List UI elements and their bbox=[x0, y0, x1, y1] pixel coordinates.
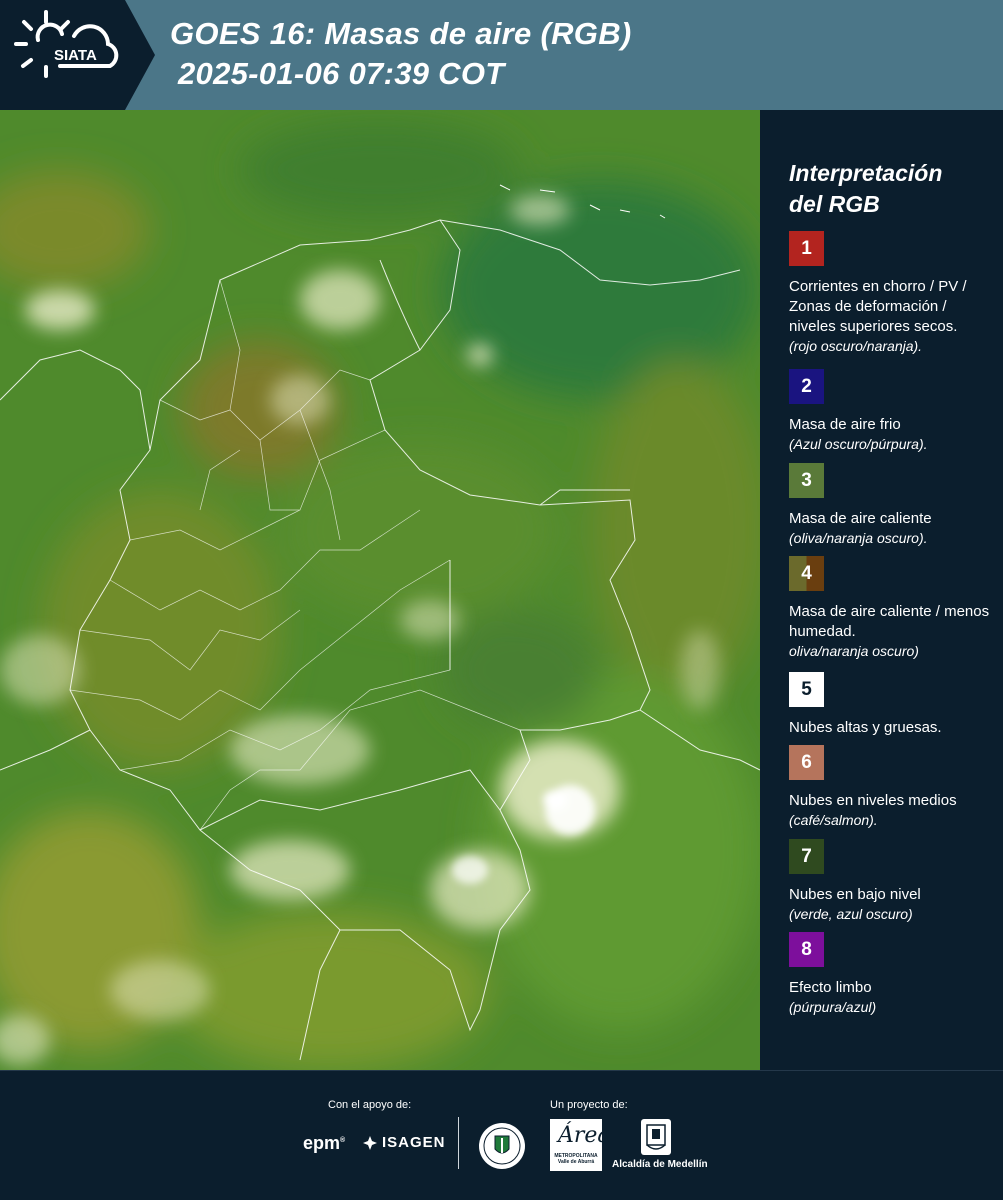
legend-item-3: 3 Masa de aire caliente (oliva/naranja o… bbox=[789, 463, 994, 548]
legend-item-1: 1 Corrientes en chorro / PV / Zonas de d… bbox=[789, 231, 994, 356]
legend-item-2-text: Masa de aire frio bbox=[789, 416, 901, 433]
legend-item-4-text: Masa de aire caliente / menos humedad. bbox=[789, 603, 990, 640]
legend-item-4: 4 Masa de aire caliente / menos humedad.… bbox=[789, 556, 994, 661]
legend-item-7: 7 Nubes en bajo nivel (verde, azul oscur… bbox=[789, 839, 994, 924]
isagen-logo-text: ISAGEN bbox=[382, 1134, 446, 1151]
siata-logo: SIATA bbox=[0, 0, 155, 110]
area-metropolitana-logo[interactable]: Área METROPOLITANA Valle de Aburrá bbox=[550, 1119, 611, 1171]
legend-item-3-text: Masa de aire caliente bbox=[789, 510, 932, 527]
legend-item-5: 5 Nubes altas y gruesas. bbox=[789, 672, 994, 738]
alcaldia-name: Alcaldía de Medellín bbox=[612, 1159, 708, 1170]
isagen-logo[interactable]: ISAGEN bbox=[362, 1134, 446, 1151]
legend-item-4-note: oliva/naranja oscuro) bbox=[789, 643, 919, 659]
legend-swatch-3: 3 bbox=[789, 463, 824, 498]
legend-item-6-text: Nubes en niveles medios bbox=[789, 792, 957, 809]
legend-item-6: 6 Nubes en niveles medios (café/salmon). bbox=[789, 745, 994, 830]
alcaldia-crest-icon[interactable] bbox=[641, 1119, 671, 1155]
header-bar: SIATA GOES 16: Masas de aire (RGB) 2025-… bbox=[0, 0, 1003, 110]
legend-swatch-6: 6 bbox=[789, 745, 824, 780]
epm-logo-text: epm bbox=[303, 1133, 341, 1153]
legend-swatch-2: 2 bbox=[789, 369, 824, 404]
footer-divider bbox=[458, 1117, 459, 1169]
siata-logo-text: SIATA bbox=[54, 47, 97, 64]
legend-item-1-text: Corrientes en chorro / PV / Zonas de def… bbox=[789, 278, 967, 335]
legend-item-8-text: Efecto limbo bbox=[789, 979, 872, 996]
legend-title-line-2: del RGB bbox=[789, 191, 880, 217]
footer-bar: Con el apoyo de: Un proyecto de: epm® IS… bbox=[0, 1070, 1003, 1200]
legend-swatch-5: 5 bbox=[789, 672, 824, 707]
legend-item-8-note: (púrpura/azul) bbox=[789, 999, 877, 1015]
satellite-map[interactable] bbox=[0, 110, 760, 1070]
title-line-2: 2025-01-06 07:39 COT bbox=[178, 56, 505, 91]
legend-panel: Interpretación del RGB 1 Corrientes en c… bbox=[760, 110, 1003, 1070]
legend-title-line-1: Interpretación bbox=[789, 160, 943, 186]
legend-item-5-text: Nubes altas y gruesas. bbox=[789, 719, 942, 736]
title-line-1: GOES 16: Masas de aire (RGB) bbox=[170, 16, 632, 51]
legend-item-1-note: (rojo oscuro/naranja). bbox=[789, 338, 923, 354]
legend-item-3-note: (oliva/naranja oscuro). bbox=[789, 530, 928, 546]
support-label: Con el apoyo de: bbox=[328, 1099, 412, 1111]
legend-item-8: 8 Efecto limbo (púrpura/azul) bbox=[789, 932, 994, 1017]
legend-swatch-7: 7 bbox=[789, 839, 824, 874]
legend-title: Interpretación del RGB bbox=[789, 158, 942, 220]
legend-item-7-text: Nubes en bajo nivel bbox=[789, 886, 921, 903]
legend-swatch-4: 4 bbox=[789, 556, 824, 591]
area-metropolitana-script: Área bbox=[558, 1123, 611, 1148]
legend-item-2-note: (Azul oscuro/púrpura). bbox=[789, 436, 928, 452]
epm-logo[interactable]: epm® bbox=[303, 1133, 345, 1154]
legend-swatch-8: 8 bbox=[789, 932, 824, 967]
legend-item-2: 2 Masa de aire frio (Azul oscuro/púrpura… bbox=[789, 369, 994, 454]
legend-item-6-note: (café/salmon). bbox=[789, 812, 878, 828]
university-seal-icon[interactable] bbox=[477, 1121, 527, 1176]
legend-swatch-1: 1 bbox=[789, 231, 824, 266]
page-title: GOES 16: Masas de aire (RGB) 2025-01-06 … bbox=[170, 14, 632, 94]
area-metropolitana-name: METROPOLITANA Valle de Aburrá bbox=[554, 1153, 598, 1165]
legend-item-7-note: (verde, azul oscuro) bbox=[789, 906, 913, 922]
isagen-icon bbox=[363, 1135, 377, 1150]
project-label: Un proyecto de: bbox=[550, 1099, 628, 1111]
